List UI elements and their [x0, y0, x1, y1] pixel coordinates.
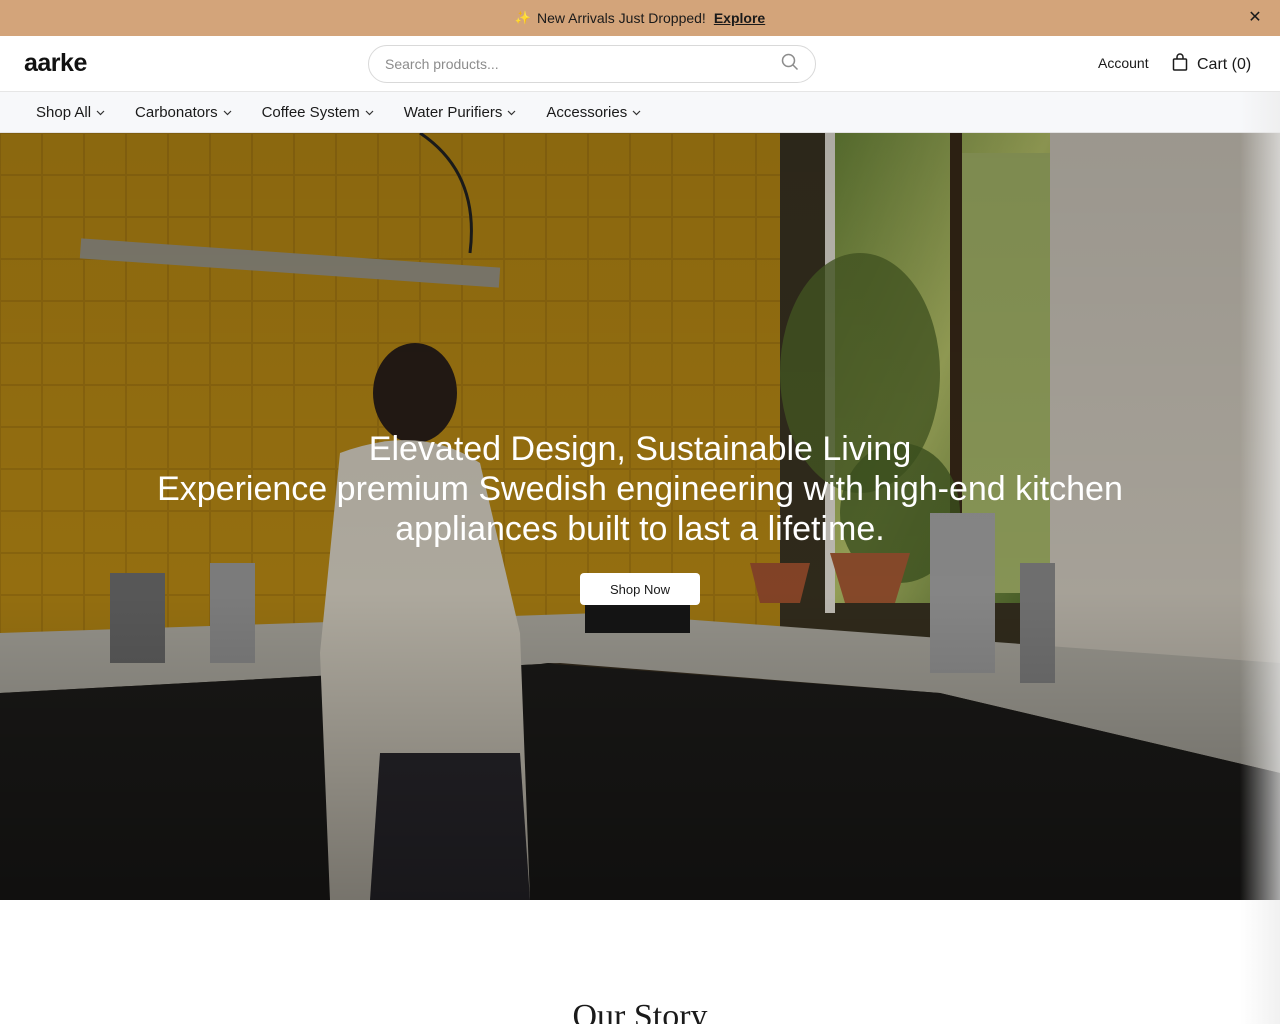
- explore-link[interactable]: Explore: [714, 10, 765, 26]
- site-header: aarke Account Cart (0): [0, 36, 1280, 92]
- hero-title: Elevated Design, Sustainable Living: [368, 430, 912, 468]
- hero-text-block: Elevated Design, Sustainable Living Expe…: [0, 429, 1280, 549]
- cart-button[interactable]: Cart (0): [1172, 53, 1251, 76]
- chevron-down-icon: [507, 110, 516, 115]
- bag-icon: [1172, 53, 1197, 76]
- nav-item-accessories[interactable]: Accessories: [546, 104, 641, 121]
- shop-now-button[interactable]: Shop Now: [580, 573, 700, 605]
- nav-item-label: Carbonators: [135, 103, 218, 121]
- nav-item-water-purifiers[interactable]: Water Purifiers: [404, 104, 517, 121]
- chevron-down-icon: [223, 110, 232, 115]
- search-bar: [368, 45, 816, 83]
- main-nav: Shop All Carbonators Coffee System Water…: [0, 92, 1280, 133]
- account-link[interactable]: Account: [1098, 55, 1149, 71]
- chevron-down-icon: [632, 110, 641, 115]
- nav-item-label: Coffee System: [261, 103, 360, 121]
- chevron-down-icon: [96, 110, 105, 115]
- search-input[interactable]: [385, 56, 781, 72]
- story-section: Our Story: [0, 900, 1280, 1024]
- nav-item-shop-all[interactable]: Shop All: [36, 104, 105, 121]
- hero-subtitle: Experience premium Swedish engineering w…: [157, 470, 1123, 548]
- announcement-text: New Arrivals Just Dropped!: [536, 10, 706, 26]
- announcement-bar: ✨ New Arrivals Just Dropped! Explore ✕: [0, 0, 1280, 36]
- chevron-down-icon: [365, 110, 374, 115]
- nav-item-label: Accessories: [546, 103, 628, 121]
- nav-item-label: Water Purifiers: [403, 103, 503, 121]
- hero-banner: Elevated Design, Sustainable Living Expe…: [0, 133, 1280, 900]
- cart-label: Cart (0): [1197, 55, 1252, 73]
- nav-item-carbonators[interactable]: Carbonators: [135, 104, 232, 121]
- logo[interactable]: aarke: [24, 49, 87, 78]
- close-icon[interactable]: ✕: [1246, 9, 1264, 27]
- search-icon[interactable]: [781, 53, 799, 76]
- story-title: Our Story: [572, 998, 708, 1024]
- sparkle-icon: ✨: [514, 10, 531, 25]
- nav-item-coffee-system[interactable]: Coffee System: [262, 104, 374, 121]
- nav-item-label: Shop All: [36, 103, 92, 121]
